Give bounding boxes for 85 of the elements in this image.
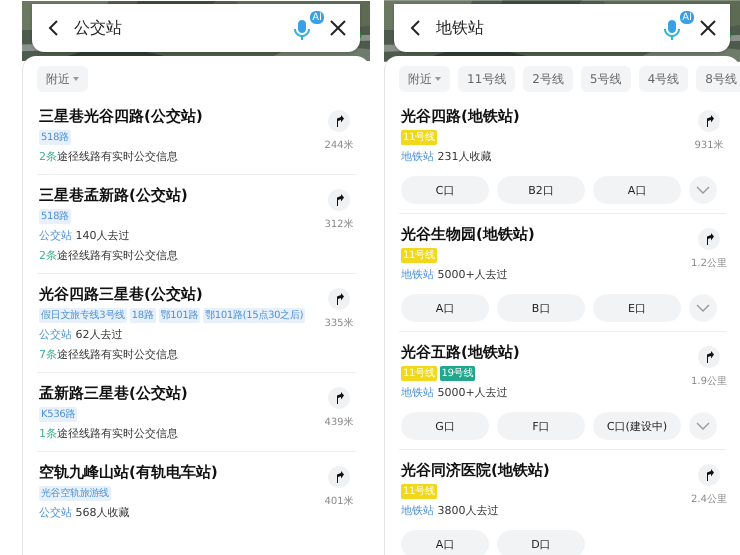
directions-icon[interactable] — [328, 110, 350, 132]
expand-button[interactable] — [689, 412, 717, 440]
route-tag: 鄂101路(15点30之后) — [203, 308, 306, 323]
close-icon[interactable] — [328, 18, 348, 38]
route-tag: 18路 — [130, 308, 156, 323]
station-name[interactable]: 光谷同济医院(地铁站) — [401, 460, 692, 481]
exit-button[interactable]: A口 — [401, 294, 489, 322]
expand-button[interactable] — [689, 176, 717, 204]
station-name[interactable]: 光谷五路(地铁站) — [401, 342, 692, 363]
route-tag: 假日文旅专线3号线 — [39, 308, 127, 323]
distance: 439米 — [324, 416, 354, 429]
station-name[interactable]: 光谷四路三星巷(公交站) — [39, 284, 322, 305]
filter-chip[interactable]: 8号线 — [696, 66, 740, 92]
distance: 335米 — [324, 316, 354, 330]
distance: 2.4公里 — [691, 493, 727, 506]
route-tag: 鄂101路 — [158, 308, 200, 323]
ai-badge: AI — [680, 11, 694, 24]
exit-button[interactable]: G口 — [401, 412, 489, 440]
search-query: 公交站 — [74, 18, 123, 38]
exit-button[interactable]: F口 — [497, 412, 585, 440]
realtime-info: 1条途径线路有实时公交信息 — [39, 426, 179, 442]
distance: 1.9公里 — [691, 375, 727, 388]
station-info: 公交站 568人收藏 — [39, 505, 130, 521]
station-name[interactable]: 光谷四路(地铁站) — [401, 106, 692, 127]
exit-button[interactable]: A口 — [593, 176, 681, 204]
station-name[interactable]: 光谷生物园(地铁站) — [401, 224, 692, 245]
close-icon[interactable] — [698, 18, 718, 38]
distance: 931米 — [694, 138, 724, 152]
directions-icon[interactable] — [328, 288, 350, 310]
exit-button[interactable]: A口 — [401, 530, 489, 555]
route-tag: 11号线 — [401, 366, 437, 381]
exit-button[interactable]: C口 — [401, 176, 489, 204]
distance: 401米 — [324, 494, 354, 508]
route-tag: 11号线 — [401, 130, 437, 145]
station-info: 地铁站 5000+人去过 — [401, 267, 509, 283]
station-name[interactable]: 三星巷光谷四路(公交站) — [39, 106, 322, 127]
directions-icon[interactable] — [328, 387, 350, 409]
station-info: 地铁站 231人收藏 — [401, 149, 492, 165]
route-tag: 光谷空轨旅游线 — [39, 486, 111, 501]
microphone-icon[interactable] — [662, 19, 682, 41]
route-tag: 19号线 — [440, 366, 476, 381]
directions-icon[interactable] — [698, 228, 720, 250]
route-tag: K536路 — [39, 407, 78, 422]
route-tag: 518路 — [39, 209, 71, 224]
search-bar[interactable]: 公交站 AI — [32, 4, 360, 52]
distance: 312米 — [324, 218, 354, 231]
route-tag: 11号线 — [401, 484, 437, 499]
station-info: 公交站 62人去过 — [39, 327, 124, 343]
directions-icon[interactable] — [328, 466, 350, 488]
filter-chip[interactable]: 4号线 — [638, 66, 688, 92]
filter-chip[interactable]: 2号线 — [523, 66, 573, 92]
route-tag: 518路 — [39, 130, 71, 145]
directions-icon[interactable] — [698, 346, 720, 368]
station-name[interactable]: 空轨九峰山站(有轨电车站) — [39, 462, 322, 483]
directions-icon[interactable] — [328, 189, 350, 211]
route-tag: 11号线 — [401, 248, 437, 263]
filter-chip[interactable]: 附近 — [37, 66, 88, 92]
directions-icon[interactable] — [698, 464, 720, 486]
realtime-info: 7条途径线路有实时公交信息 — [39, 347, 179, 363]
station-info: 地铁站 5000+人去过 — [401, 385, 509, 401]
station-info: 地铁站 3800人去过 — [401, 503, 500, 519]
filter-chip[interactable]: 11号线 — [458, 66, 516, 92]
ai-badge: AI — [310, 11, 324, 24]
realtime-info: 2条途径线路有实时公交信息 — [39, 149, 179, 165]
filter-chip[interactable]: 附近 — [399, 66, 450, 92]
directions-icon[interactable] — [698, 110, 720, 132]
expand-button[interactable] — [689, 294, 717, 322]
exit-button[interactable]: B口 — [497, 294, 585, 322]
exit-button[interactable]: E口 — [593, 294, 681, 322]
station-name[interactable]: 孟新路三星巷(公交站) — [39, 383, 322, 404]
exit-button[interactable]: C口(建设中) — [593, 412, 681, 440]
exit-button[interactable]: D口 — [497, 530, 585, 555]
exit-button[interactable]: B2口 — [497, 176, 585, 204]
distance: 244米 — [324, 138, 354, 152]
station-info: 公交站 140人去过 — [39, 228, 130, 244]
realtime-info: 2条途径线路有实时公交信息 — [39, 248, 179, 264]
chevron-down-icon — [696, 186, 710, 194]
filter-chip[interactable]: 5号线 — [580, 66, 631, 92]
chevron-down-icon — [696, 304, 710, 312]
station-name[interactable]: 三星巷孟新路(公交站) — [39, 185, 322, 206]
chevron-down-icon — [696, 422, 710, 430]
distance: 1.2公里 — [691, 257, 727, 270]
search-bar[interactable]: 地铁站 AI — [394, 4, 730, 52]
search-query: 地铁站 — [436, 18, 485, 38]
microphone-icon[interactable] — [292, 19, 312, 41]
